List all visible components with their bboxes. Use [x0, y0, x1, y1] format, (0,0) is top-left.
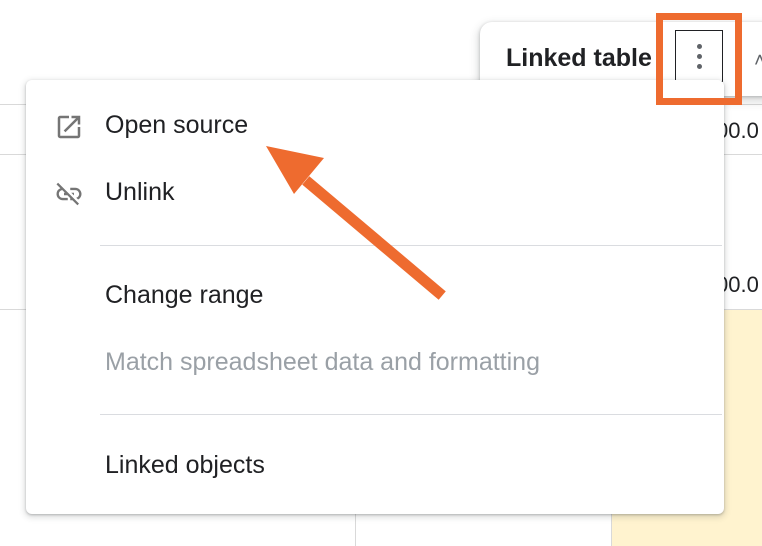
menu-item-match-spreadsheet: Match spreadsheet data and formatting [26, 331, 724, 395]
menu-divider [100, 245, 722, 246]
menu-item-change-range[interactable]: Change range [26, 264, 724, 328]
person-icon[interactable]: ˄ [754, 50, 762, 73]
open-in-new-icon [57, 115, 81, 139]
menu-item-label: Linked objects [105, 451, 265, 479]
menu-divider [100, 414, 722, 415]
menu-item-label: Open source [105, 111, 249, 139]
menu-item-open-source[interactable]: Open source [26, 94, 724, 158]
menu-item-linked-objects[interactable]: Linked objects [26, 434, 724, 498]
more-vert-icon [696, 43, 702, 49]
menu-item-unlink[interactable]: Unlink [26, 161, 724, 225]
more-vert-icon-dot [696, 63, 702, 69]
menu-item-label: Change range [105, 281, 264, 309]
link-off-icon [56, 182, 82, 206]
linked-table-menu: Open source Unlink Change range Match sp… [26, 80, 724, 514]
more-options-button[interactable] [675, 30, 723, 82]
linked-table-title: Linked table [506, 44, 652, 72]
menu-item-label: Match spreadsheet data and formatting [105, 348, 540, 376]
more-vert-icon-dot [696, 53, 702, 59]
menu-item-label: Unlink [105, 178, 175, 206]
